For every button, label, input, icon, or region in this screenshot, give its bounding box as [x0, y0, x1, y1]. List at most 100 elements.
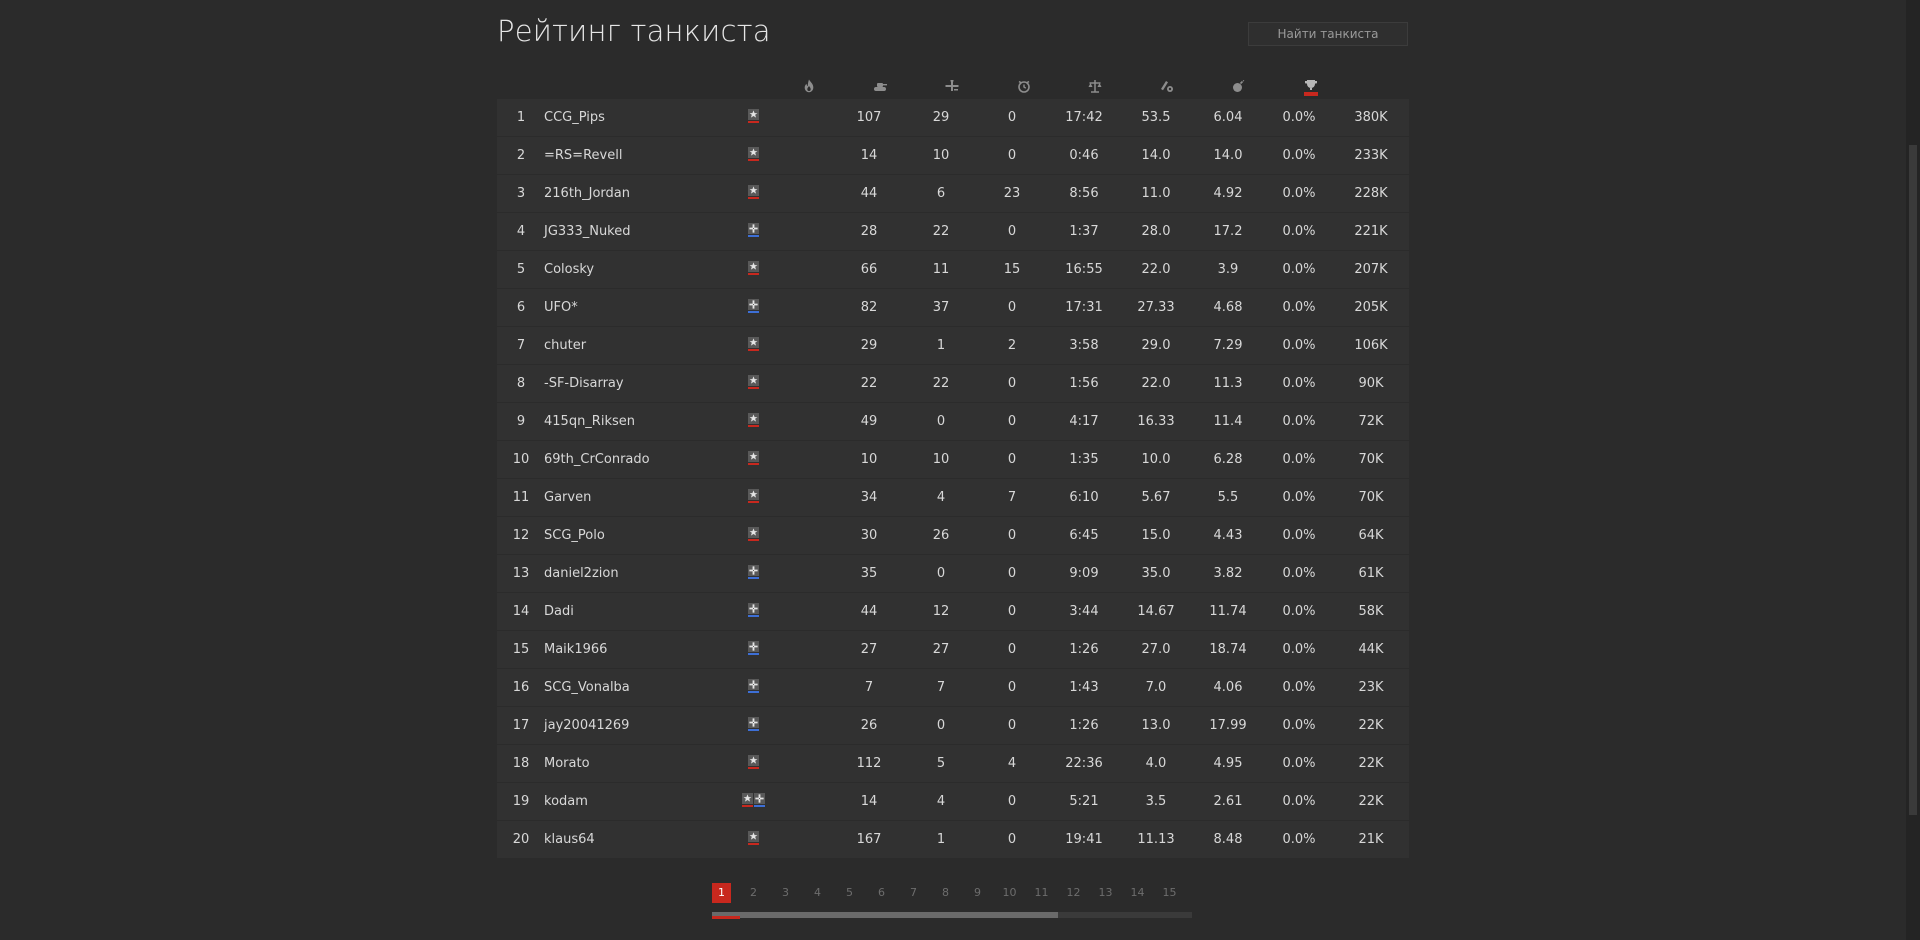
page-9-link[interactable]: 9: [968, 883, 987, 903]
tank-kill-icon[interactable]: [872, 78, 888, 94]
pagination-scroll-thumb[interactable]: [712, 912, 1058, 918]
player-name-link[interactable]: 415qn_Riksen: [544, 403, 635, 440]
page-8-link[interactable]: 8: [936, 883, 955, 903]
page-1-link[interactable]: 1: [712, 883, 731, 903]
tank-kill-cell: 22: [932, 224, 950, 239]
scales-cell: 27.0: [1141, 642, 1171, 657]
page-15-link[interactable]: 15: [1160, 883, 1179, 903]
table-row[interactable]: 5 Colosky 66 11 15 16:55 22.0 3.9 0.0% 207K: [497, 251, 1409, 288]
page-5-link[interactable]: 5: [840, 883, 859, 903]
table-row[interactable]: 19 kodam 14 4 0 5:21 3.5 2.61 0.0% 22K: [497, 783, 1409, 820]
player-name-link[interactable]: 216th_Jordan: [544, 175, 630, 212]
player-name-link[interactable]: jay20041269: [544, 707, 629, 744]
player-name-link[interactable]: UFO*: [544, 289, 578, 326]
trophy-cell: 58K: [1358, 604, 1384, 619]
page-scrollbar-thumb[interactable]: [1909, 145, 1917, 815]
page-10-link[interactable]: 10: [1000, 883, 1019, 903]
side-badge: [743, 413, 763, 431]
bomb-cell: 0.0%: [1282, 566, 1316, 581]
table-row[interactable]: 13 daniel2zion 35 0 0 9:09 35.0 3.82 0.0% 61K: [497, 555, 1409, 592]
rank-cell: 19: [512, 794, 530, 809]
page-13-link[interactable]: 13: [1096, 883, 1115, 903]
player-name-link[interactable]: chuter: [544, 327, 586, 364]
page-2-link[interactable]: 2: [744, 883, 763, 903]
player-name-link[interactable]: Maik1966: [544, 631, 607, 668]
player-name-link[interactable]: 69th_CrConrado: [544, 441, 650, 478]
clock-cell: 1:56: [1069, 376, 1099, 391]
player-name-link[interactable]: Morato: [544, 745, 590, 782]
page-12-link[interactable]: 12: [1064, 883, 1083, 903]
table-row[interactable]: 18 Morato 112 5 4 22:36 4.0 4.95 0.0% 22K: [497, 745, 1409, 782]
rank-cell: 18: [512, 756, 530, 771]
tank-kill-cell: 37: [932, 300, 950, 315]
table-row[interactable]: 6 UFO* 82 37 0 17:31 27.33 4.68 0.0% 205K: [497, 289, 1409, 326]
tank-kill-cell: 0: [936, 718, 946, 733]
flame-icon[interactable]: [801, 78, 817, 94]
page-7-link[interactable]: 7: [904, 883, 923, 903]
page-6-link[interactable]: 6: [872, 883, 891, 903]
player-name-link[interactable]: kodam: [544, 783, 588, 820]
ratio-cell: 5.5: [1217, 490, 1239, 505]
rating-table: 1 CCG_Pips 107 29 0 17:42 53.5 6.04 0.0% 380K 2 =RS…: [497, 99, 1409, 859]
table-row[interactable]: 8 -SF-Disarray 22 22 0 1:56 22.0 11.3 0.0% 90K: [497, 365, 1409, 402]
player-name-link[interactable]: klaus64: [544, 821, 595, 858]
plane-kill-cell: 0: [1007, 414, 1017, 429]
table-row[interactable]: 15 Maik1966 27 27 0 1:26 27.0 18.74 0.0% 44K: [497, 631, 1409, 668]
page-3-link[interactable]: 3: [776, 883, 795, 903]
ratio-cell: 8.48: [1213, 832, 1243, 847]
plane-kill-cell: 0: [1007, 300, 1017, 315]
trophy-cell: 22K: [1358, 718, 1384, 733]
allied-star-icon: [747, 147, 759, 165]
table-row[interactable]: 1 CCG_Pips 107 29 0 17:42 53.5 6.04 0.0% 380K: [497, 99, 1409, 136]
table-row[interactable]: 9 415qn_Riksen 49 0 0 4:17 16.33 11.4 0.0% 72K: [497, 403, 1409, 440]
table-row[interactable]: 12 SCG_Polo 30 26 0 6:45 15.0 4.43 0.0% 64K: [497, 517, 1409, 554]
page-14-link[interactable]: 14: [1128, 883, 1147, 903]
table-row[interactable]: 7 chuter 29 1 2 3:58 29.0 7.29 0.0% 106K: [497, 327, 1409, 364]
player-name-link[interactable]: Dadi: [544, 593, 574, 630]
table-row[interactable]: 20 klaus64 167 1 0 19:41 11.13 8.48 0.0% 21K: [497, 821, 1409, 858]
side-badge: [743, 337, 763, 355]
table-row[interactable]: 11 Garven 34 4 7 6:10 5.67 5.5 0.0% 70K: [497, 479, 1409, 516]
axis-cross-icon: [747, 679, 759, 697]
flame-cell: 26: [860, 718, 878, 733]
allied-star-icon: [747, 375, 759, 393]
bomb-cell: 0.0%: [1282, 490, 1316, 505]
player-name-link[interactable]: JG333_Nuked: [544, 213, 631, 250]
clock-cell: 22:36: [1065, 756, 1103, 771]
table-row[interactable]: 3 216th_Jordan 44 6 23 8:56 11.0 4.92 0.0% 228K: [497, 175, 1409, 212]
scales-cell: 16.33: [1137, 414, 1175, 429]
tank-kill-cell: 0: [936, 414, 946, 429]
rank-cell: 3: [516, 186, 526, 201]
player-name-link[interactable]: SCG_Polo: [544, 517, 605, 554]
player-name-link[interactable]: Garven: [544, 479, 591, 516]
trophy-icon[interactable]: [1303, 78, 1319, 96]
player-name-link[interactable]: =RS=Revell: [544, 137, 622, 174]
player-name-link[interactable]: -SF-Disarray: [544, 365, 624, 402]
pagination-scroll-track[interactable]: [712, 912, 1192, 919]
search-input[interactable]: [1248, 22, 1408, 46]
table-row[interactable]: 14 Dadi 44 12 0 3:44 14.67 11.74 0.0% 58K: [497, 593, 1409, 630]
page-11-link[interactable]: 11: [1032, 883, 1051, 903]
player-name-link[interactable]: daniel2zion: [544, 555, 619, 592]
flame-cell: 34: [860, 490, 878, 505]
clock-icon[interactable]: [1016, 78, 1032, 94]
table-row[interactable]: 16 SCG_Vonalba 7 7 0 1:43 7.0 4.06 0.0% 23K: [497, 669, 1409, 706]
player-name-link[interactable]: CCG_Pips: [544, 99, 605, 136]
page-scrollbar[interactable]: [1906, 0, 1920, 940]
rank-cell: 7: [516, 338, 526, 353]
player-name-link[interactable]: Colosky: [544, 251, 594, 288]
plane-kill-icon[interactable]: [944, 78, 960, 94]
scales-cell: 3.5: [1145, 794, 1167, 809]
axis-cross-icon: [753, 793, 765, 811]
table-row[interactable]: 10 69th_CrConrado 10 10 0 1:35 10.0 6.28 0.0% 70K: [497, 441, 1409, 478]
page-4-link[interactable]: 4: [808, 883, 827, 903]
table-row[interactable]: 17 jay20041269 26 0 0 1:26 13.0 17.99 0.0% 22K: [497, 707, 1409, 744]
table-row[interactable]: 4 JG333_Nuked 28 22 0 1:37 28.0 17.2 0.0% 221K: [497, 213, 1409, 250]
table-row[interactable]: 2 =RS=Revell 14 10 0 0:46 14.0 14.0 0.0% 233K: [497, 137, 1409, 174]
clock-cell: 6:10: [1069, 490, 1099, 505]
scales-cell: 7.0: [1145, 680, 1167, 695]
ratio-icon[interactable]: [1159, 78, 1175, 94]
bomb-icon[interactable]: [1230, 78, 1246, 94]
scales-icon[interactable]: [1087, 78, 1103, 94]
player-name-link[interactable]: SCG_Vonalba: [544, 669, 630, 706]
